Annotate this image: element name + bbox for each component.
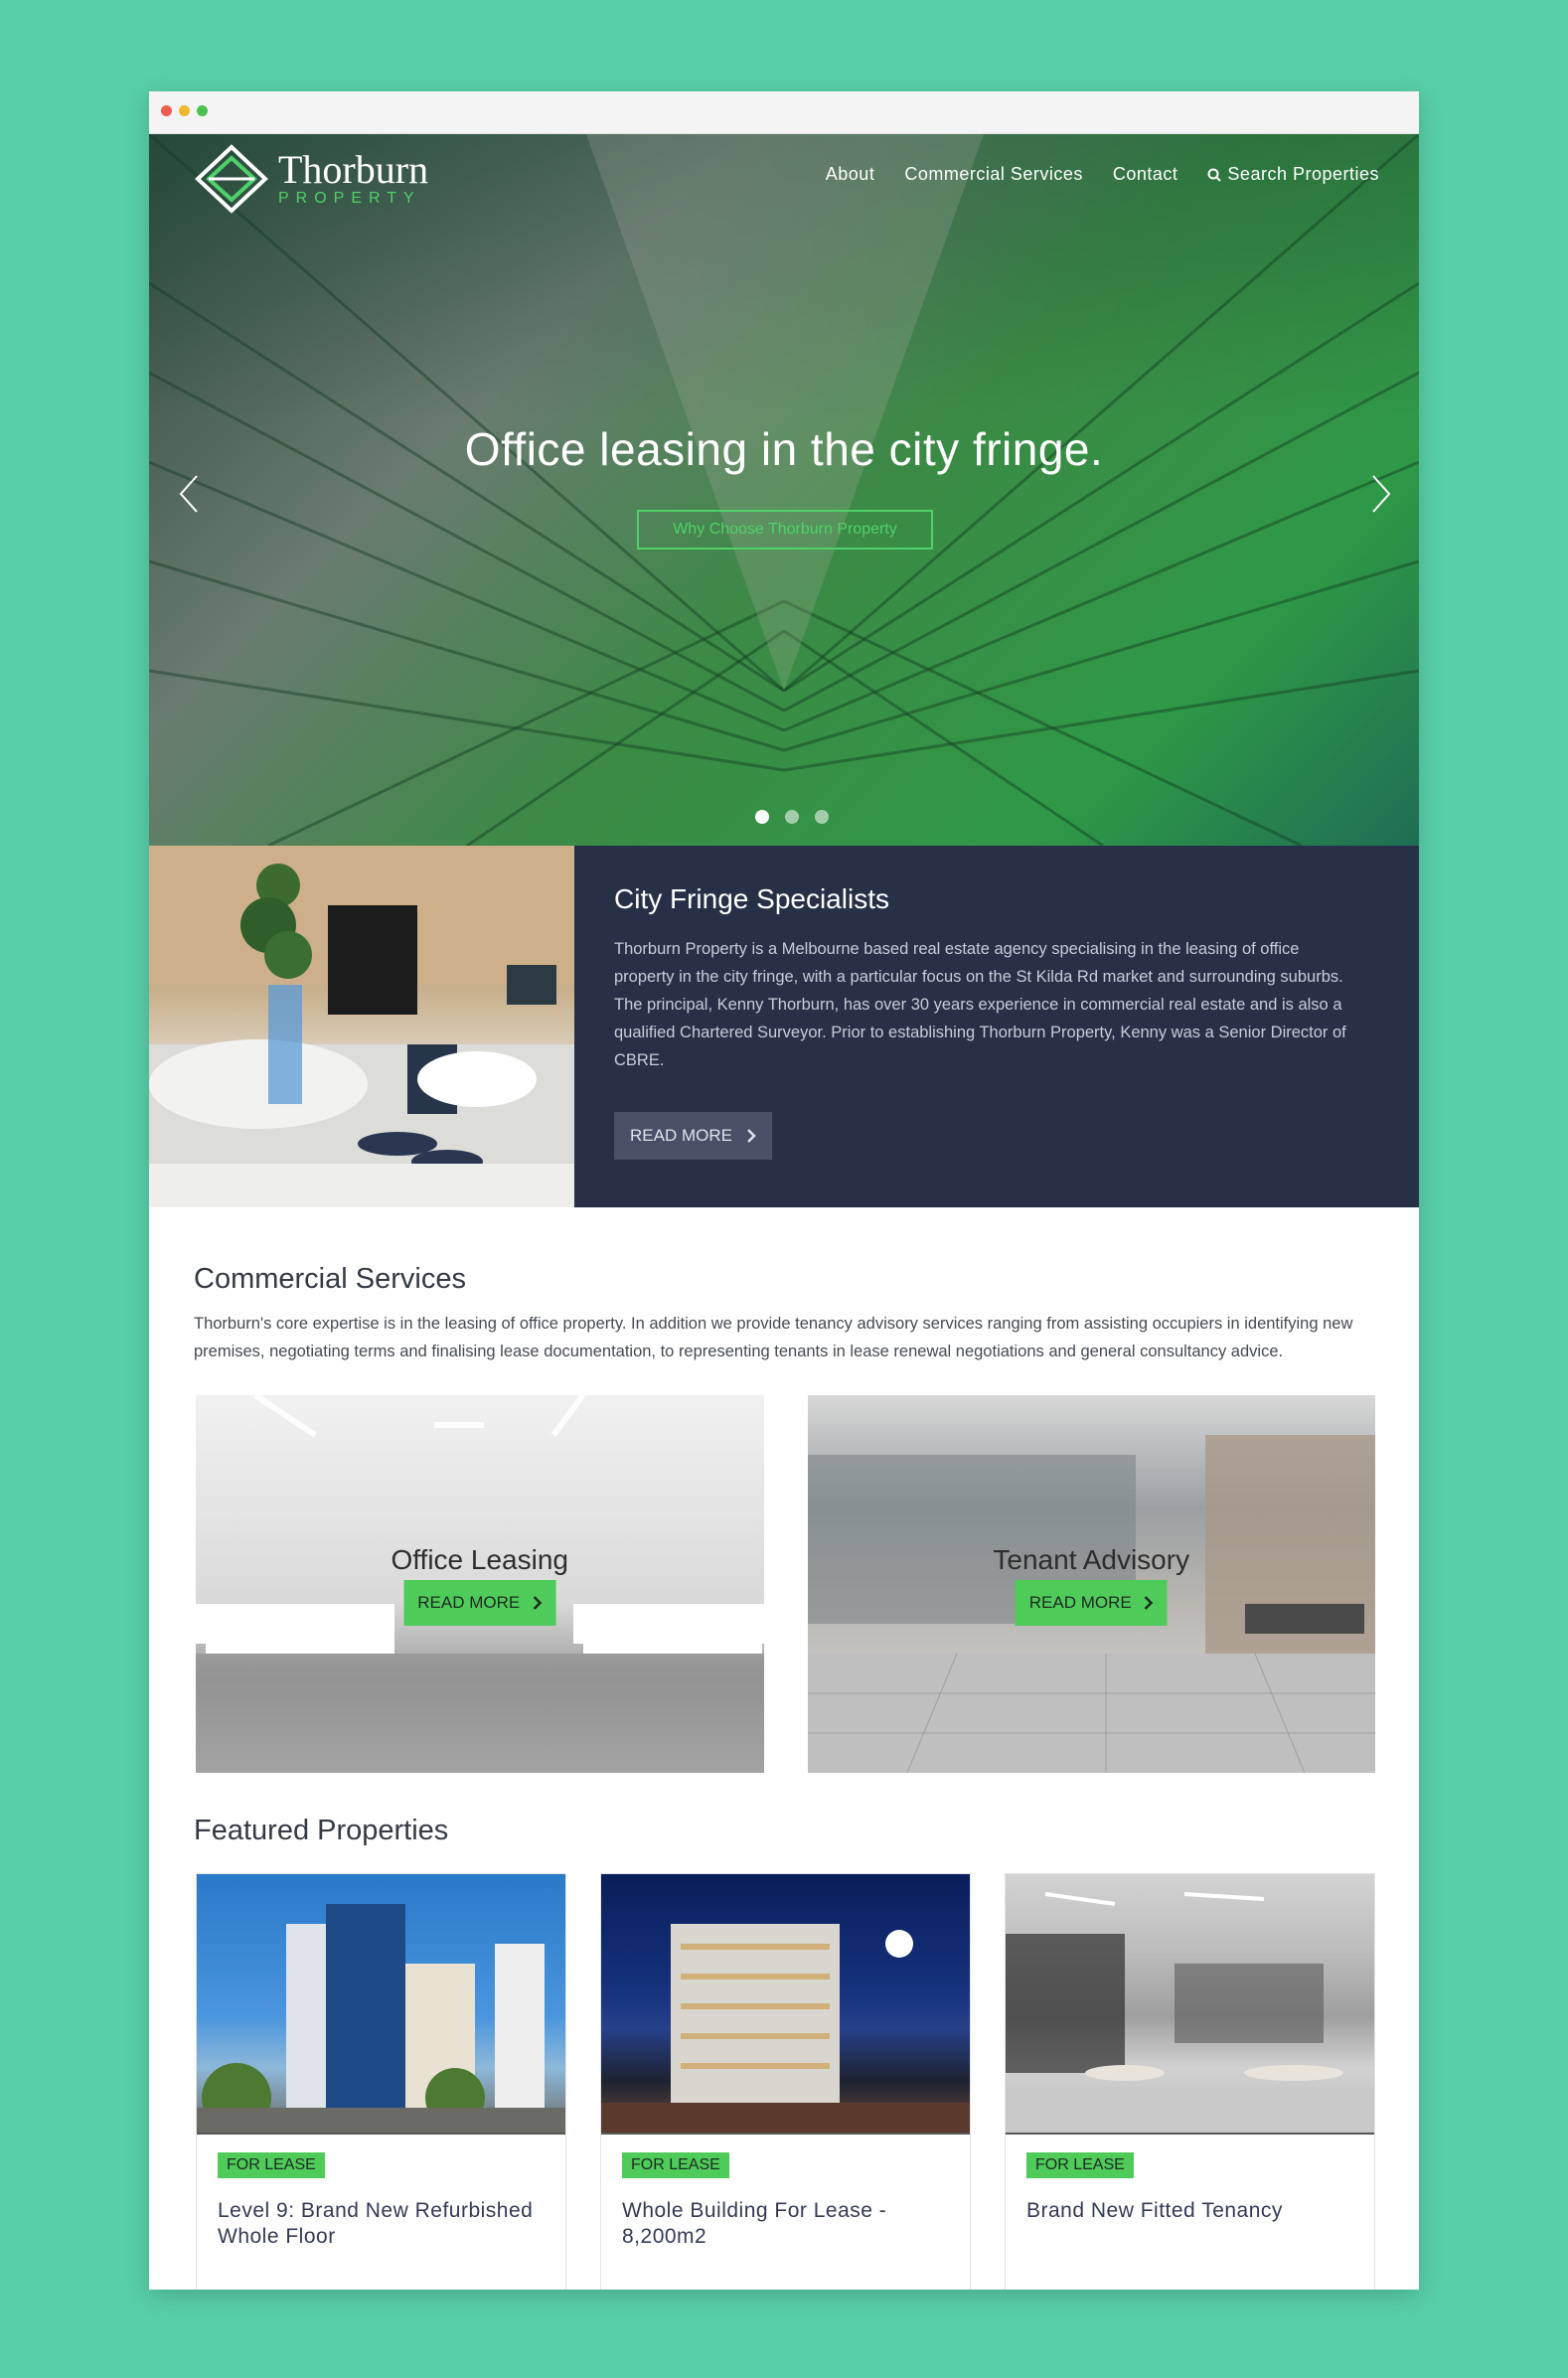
property-card[interactable]: FOR LEASE Level 9: Brand New Refurbished… [196,1873,566,2290]
interior-illustration [1006,1892,1374,2133]
chevron-right-icon [747,1129,756,1143]
office-leasing-label: Office Leasing [391,1544,569,1575]
minimize-dot[interactable] [179,105,190,116]
about-text: Thorburn Property is a Melbourne based r… [614,940,1346,1069]
why-choose-button[interactable]: Why Choose Thorburn Property [637,510,933,550]
services-section: Commercial Services Thorburn's core expe… [149,1207,1419,1773]
nav-about[interactable]: About [826,164,875,185]
logo-subtitle: PROPERTY [278,190,421,207]
tenant-advisory-label: Tenant Advisory [993,1544,1190,1575]
featured-list: FOR LEASE Level 9: Brand New Refurbished… [194,1873,1375,2290]
close-dot[interactable] [161,105,172,116]
building-illustration [197,1904,565,2133]
office-lobby-image [149,846,574,1207]
main-nav: About Commercial Services Contact Search… [826,164,1379,185]
hero-slider: Thorburn PROPERTY About Commercial Servi… [149,134,1419,846]
chevron-right-icon [1144,1596,1154,1610]
building-illustration [601,1924,970,2133]
featured-title: Featured Properties [194,1815,449,1846]
nav-commercial-services[interactable]: Commercial Services [904,164,1083,185]
hero-building-graphic [149,134,1419,846]
slide-dot-2[interactable] [785,810,799,824]
property-image [1006,1874,1374,2135]
property-image [197,1874,565,2135]
hero-title: Office leasing in the city fringe. [464,423,1104,475]
property-image [601,1874,970,2135]
office-leasing-read-more-label: READ MORE [417,1593,521,1612]
nav-search-properties[interactable]: Search Properties [1207,164,1379,185]
tenant-advisory-read-more-button[interactable]: READ MORE [1015,1580,1168,1626]
about-section: City Fringe Specialists Thorburn Propert… [149,846,1419,1207]
browser-window: Thorburn PROPERTY About Commercial Servi… [149,91,1419,2290]
logo-name: Thorburn [278,147,429,192]
services-cards: Office Leasing READ MORE Tenant Advisory… [194,1395,1375,1773]
search-properties-label: Search Properties [1227,164,1379,184]
property-card[interactable]: FOR LEASE Brand New Fitted Tenancy [1005,1873,1375,2290]
status-badge: FOR LEASE [1026,2152,1134,2178]
services-text: Thorburn's core expertise is in the leas… [194,1315,1353,1360]
tenant-advisory-card[interactable]: Tenant Advisory READ MORE [807,1395,1375,1773]
office-leasing-read-more-button[interactable]: READ MORE [403,1580,556,1626]
slide-dot-3[interactable] [815,810,829,824]
property-card[interactable]: FOR LEASE Whole Building For Lease - 8,2… [600,1873,971,2290]
search-icon [1207,168,1222,182]
office-leasing-card[interactable]: Office Leasing READ MORE [196,1395,764,1773]
property-title[interactable]: Brand New Fitted Tenancy [1026,2198,1353,2224]
about-panel: City Fringe Specialists Thorburn Propert… [574,846,1419,1207]
about-read-more-button[interactable]: READ MORE [614,1112,772,1160]
property-title[interactable]: Level 9: Brand New Refurbished Whole Flo… [218,2198,545,2250]
status-badge: FOR LEASE [622,2152,729,2178]
prev-slide-arrow-icon[interactable] [179,474,199,514]
logo-diamond-icon [195,144,268,214]
about-title: City Fringe Specialists [614,883,889,914]
site-logo[interactable]: Thorburn PROPERTY [195,144,428,214]
lobby-illustration [149,846,574,1207]
maximize-dot[interactable] [197,105,208,116]
next-slide-arrow-icon[interactable] [1371,474,1391,514]
chevron-right-icon [533,1596,543,1610]
services-title: Commercial Services [194,1263,466,1295]
slide-indicators [755,810,829,824]
window-chrome [149,91,1419,134]
status-badge: FOR LEASE [218,2152,325,2178]
slide-dot-1[interactable] [755,810,769,824]
nav-contact[interactable]: Contact [1113,164,1178,185]
tenant-advisory-read-more-label: READ MORE [1028,1593,1132,1612]
about-read-more-label: READ MORE [630,1126,732,1145]
property-title[interactable]: Whole Building For Lease - 8,200m2 [622,2198,949,2250]
featured-section: Featured Properties FOR LEASE Level 9: B… [149,1773,1419,2290]
